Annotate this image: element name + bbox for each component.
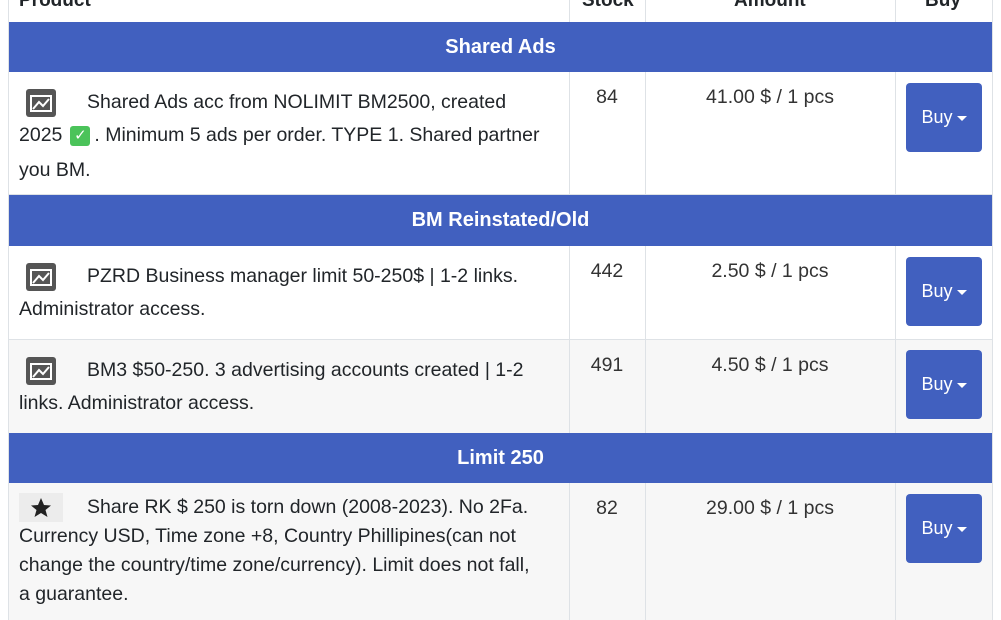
product-line: you BM. (19, 159, 91, 181)
stock-value: 442 (590, 260, 624, 282)
caret-down-icon (956, 289, 967, 295)
category-bm-reinstated: BM Reinstated/Old (8, 195, 993, 246)
column-divider (895, 0, 896, 22)
header-stock: Stock (582, 0, 634, 11)
stock-value: 84 (596, 86, 618, 108)
column-divider (645, 246, 646, 433)
column-divider (569, 246, 570, 433)
stock-value: 82 (596, 497, 618, 519)
stock-value: 491 (590, 354, 624, 376)
table-row: Share RK $ 250 is torn down (2008-2023).… (8, 483, 993, 620)
star-icon (19, 493, 63, 523)
column-divider (895, 246, 896, 433)
product-cell: Share RK $ 250 is torn down (2008-2023).… (19, 493, 549, 609)
column-divider (569, 72, 570, 194)
column-divider (645, 0, 646, 22)
buy-button[interactable]: Buy (906, 257, 982, 326)
header-amount: Amount (734, 0, 806, 11)
column-divider (569, 0, 570, 22)
amount-value: 41.00 $ / 1 pcs (706, 86, 834, 108)
caret-down-icon (956, 382, 967, 388)
buy-button[interactable]: Buy (906, 350, 982, 419)
product-cell: Shared Ads acc from NOLIMIT BM2500, crea… (19, 86, 549, 152)
product-cell: BM3 $50-250. 3 advertising accounts crea… (19, 354, 549, 420)
product-cell: PZRD Business manager limit 50-250$ | 1-… (19, 260, 549, 326)
image-icon (19, 355, 59, 387)
table-row: Shared Ads acc from NOLIMIT BM2500, crea… (8, 72, 993, 195)
amount-value: 29.00 $ / 1 pcs (706, 497, 834, 519)
amount-value: 2.50 $ / 1 pcs (711, 260, 829, 282)
table-border-left (8, 0, 9, 620)
image-icon (19, 261, 59, 293)
check-icon: ✓ (70, 125, 91, 146)
caret-down-icon (956, 115, 967, 121)
table-row: BM3 $50-250. 3 advertising accounts crea… (8, 340, 993, 434)
image-icon (19, 87, 59, 119)
column-divider (569, 483, 570, 620)
column-divider (645, 483, 646, 620)
table-header: Product Stock Amount Buy (8, 0, 993, 24)
category-shared-ads: Shared Ads (8, 22, 993, 72)
caret-down-icon (956, 526, 967, 532)
table-row: PZRD Business manager limit 50-250$ | 1-… (8, 246, 993, 340)
buy-button[interactable]: Buy (906, 494, 982, 563)
amount-value: 4.50 $ / 1 pcs (711, 354, 829, 376)
buy-button[interactable]: Buy (906, 83, 982, 152)
table-border-right (992, 0, 993, 620)
column-divider (645, 72, 646, 194)
category-limit-250: Limit 250 (8, 433, 993, 483)
header-product: Product (19, 0, 91, 11)
column-divider (895, 72, 896, 194)
column-divider (895, 483, 896, 620)
header-buy: Buy (925, 0, 961, 11)
